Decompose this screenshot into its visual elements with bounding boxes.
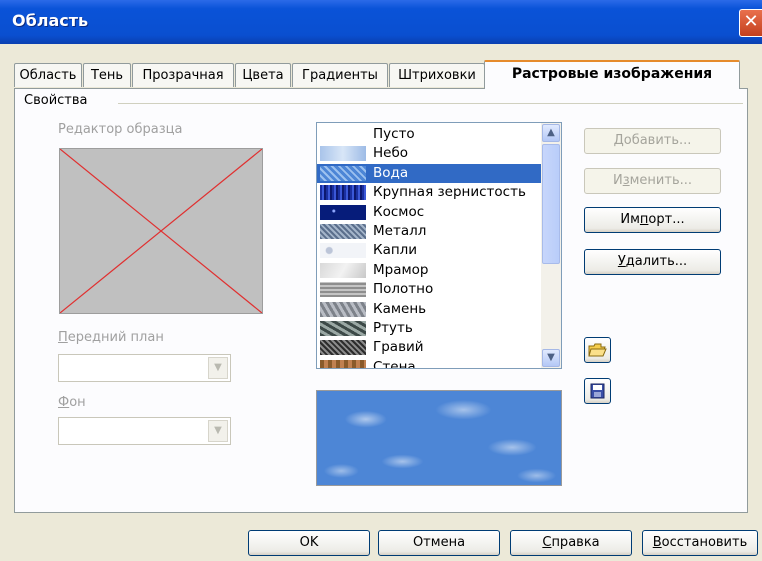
close-button[interactable]: ✕ [739,9,762,37]
pattern-thumbnail [320,359,366,368]
save-button[interactable] [584,378,611,404]
chevron-down-icon[interactable]: ▼ [208,420,228,442]
list-item[interactable]: Космос [317,203,542,222]
pattern-thumbnail [320,127,366,142]
list-item-label: Космос [373,203,425,220]
list-item[interactable]: Пусто [317,125,542,144]
tab-colors[interactable]: Цвета [235,63,291,87]
close-icon: ✕ [743,11,759,32]
area-dialog: Область ✕ Область Тень Прозрачная Цвета … [0,0,762,561]
list-item-label: Камень [373,300,427,317]
background-select[interactable]: ▼ [58,417,231,445]
list-item[interactable]: Полотно [317,280,542,299]
list-item-label: Гравий [373,339,424,356]
pattern-thumbnail [320,243,366,259]
import-button[interactable]: Импорт... [584,207,721,233]
open-folder-button[interactable] [584,337,611,363]
list-scrollbar[interactable]: ▲ ▼ [541,123,561,368]
list-item[interactable]: Стена [317,358,542,369]
foreground-label: Передний план [58,330,164,345]
scroll-down-icon[interactable]: ▼ [542,349,560,367]
pattern-thumbnail [320,301,366,317]
pattern-thumbnail [320,165,366,181]
tab-bitmaps[interactable]: Растровые изображения [484,60,740,89]
window-title: Область [12,11,89,30]
scroll-up-icon[interactable]: ▲ [542,124,560,142]
save-disk-icon [590,383,605,399]
group-divider [118,103,743,104]
tab-hatching[interactable]: Штриховки [389,63,485,87]
pattern-thumbnail [320,224,366,239]
list-item-label: Капли [373,242,418,259]
list-item-label: Небо [373,145,409,162]
tab-shadow[interactable]: Тень [83,63,131,87]
pattern-thumbnail [320,185,366,201]
list-item[interactable]: Металл [317,222,542,241]
list-item[interactable]: Гравий [317,338,542,357]
list-item-label: Мрамор [373,261,429,278]
help-button[interactable]: Справка [510,530,632,556]
tab-transparency[interactable]: Прозрачная [132,63,234,87]
ok-button[interactable]: OK [248,530,370,556]
list-item[interactable]: Ртуть [317,319,542,338]
list-item[interactable]: Камень [317,300,542,319]
pattern-thumbnail [320,204,366,220]
modify-button[interactable]: Изменить... [584,168,721,194]
pattern-thumbnail [320,262,366,278]
list-item-label: Пусто [373,126,415,142]
tab-area[interactable]: Область [14,63,82,87]
folder-open-icon [588,343,607,357]
pattern-editor [59,148,263,314]
list-item-label: Полотно [373,281,434,298]
bitmap-preview [316,390,562,486]
title-bar[interactable]: Область ✕ [0,0,762,44]
list-item[interactable]: Крупная зернистость [317,183,542,202]
no-pattern-icon [60,149,262,313]
list-item[interactable]: Небо [317,144,542,163]
pattern-editor-label: Редактор образца [58,122,183,137]
list-item-label: Стена [373,358,416,369]
list-item[interactable]: Мрамор [317,261,542,280]
properties-group-label: Свойства [24,93,92,108]
list-item[interactable]: Вода [317,163,542,183]
cancel-button[interactable]: Отмена [378,530,500,556]
pattern-thumbnail [320,282,366,298]
scroll-thumb[interactable] [542,144,560,264]
background-label: Фон [58,395,86,410]
list-item-label: Вода [373,164,409,181]
list-item[interactable]: Капли [317,241,542,260]
pattern-thumbnail [320,321,366,336]
foreground-select[interactable]: ▼ [58,354,231,382]
add-button[interactable]: Добавить... [584,128,721,154]
delete-button[interactable]: Удалить... [584,249,721,275]
pattern-thumbnail [320,146,366,162]
reset-button[interactable]: Восстановить [642,530,758,556]
tab-gradients[interactable]: Градиенты [292,63,388,87]
chevron-down-icon[interactable]: ▼ [208,357,228,379]
bitmap-list[interactable]: Стена Гравий Ртуть Камень Полотно Мрамор Капли… [316,122,562,369]
list-item-label: Металл [373,223,427,239]
list-item-label: Ртуть [373,320,413,336]
list-item-label: Крупная зернистость [373,184,526,201]
pattern-thumbnail [320,340,366,356]
